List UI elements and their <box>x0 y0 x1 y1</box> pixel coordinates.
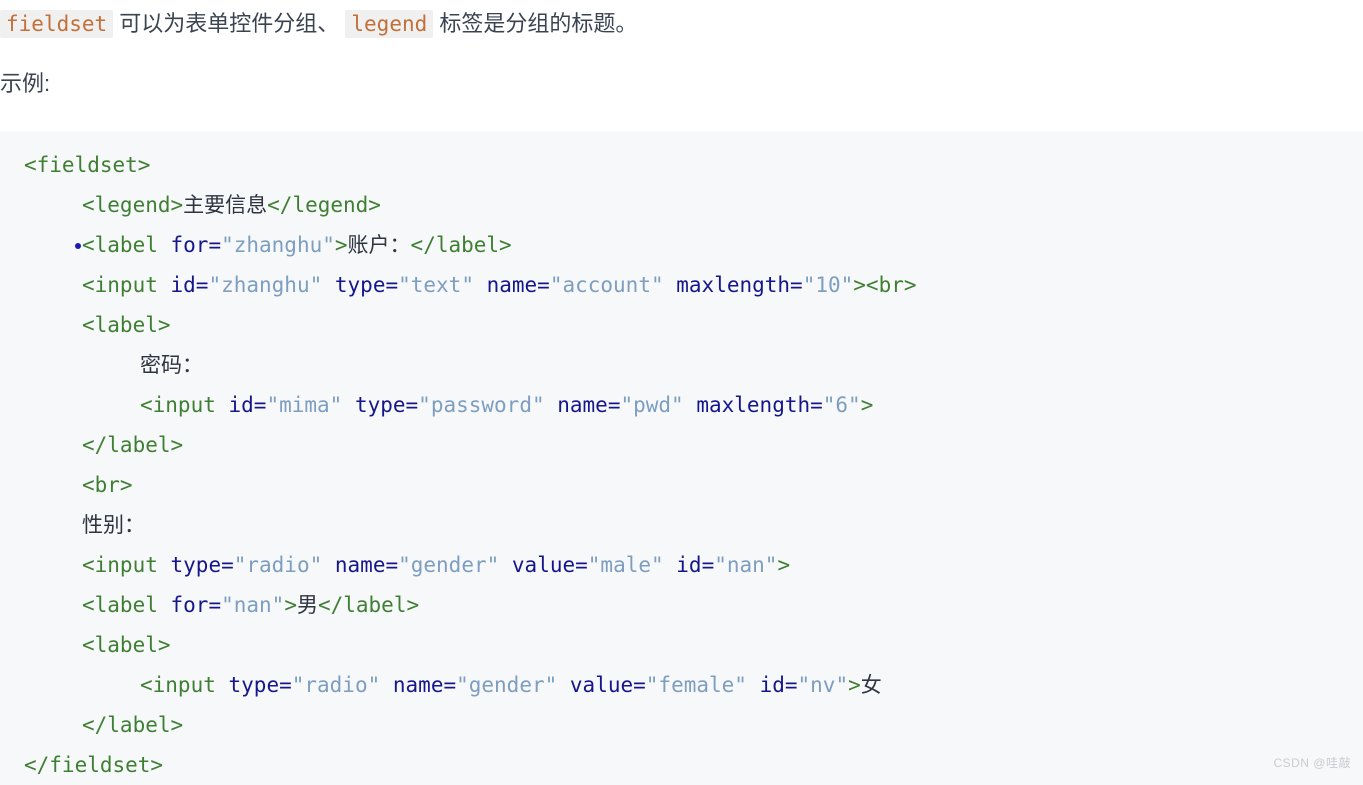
code-line: </label> <box>0 425 1363 465</box>
code-line: 密码： <box>0 345 1363 385</box>
code-token-attr: name= <box>544 393 621 417</box>
code-token-tag: > <box>848 673 861 697</box>
code-line: <label> <box>0 625 1363 665</box>
code-token-tag: <input <box>82 553 171 577</box>
code-token-attr: name= <box>380 673 457 697</box>
code-token-val: "male" <box>587 553 664 577</box>
code-token-tag: > <box>284 593 297 617</box>
code-line: </label> <box>0 705 1363 745</box>
code-token-attr: type= <box>342 393 419 417</box>
code-token-text: 男 <box>296 593 318 617</box>
code-token-attr: id= <box>170 273 209 297</box>
code-token-tag: <label> <box>82 633 171 657</box>
text-caret-icon <box>75 243 81 249</box>
code-token-val: "radio" <box>291 673 381 697</box>
code-token-text: 主要信息 <box>183 193 268 217</box>
code-token-attr: id= <box>746 673 798 697</box>
code-token-attr: type= <box>228 673 292 697</box>
code-token-val: "nan" <box>221 593 285 617</box>
code-token-tag: <label <box>82 593 171 617</box>
code-line: <fieldset> <box>0 145 1363 185</box>
code-token-tag: > <box>334 233 348 257</box>
code-token-val: "gender" <box>456 673 558 697</box>
code-token-val: "mima" <box>266 393 343 417</box>
code-token-tag: <fieldset> <box>24 153 151 177</box>
code-token-tag: </label> <box>410 233 512 257</box>
code-token-attr: type= <box>170 553 234 577</box>
code-token-tag: ><br> <box>853 273 917 297</box>
code-token-attr: value= <box>557 673 646 697</box>
code-token-tag: <input <box>82 273 171 297</box>
code-line: <label for="nan">男</label> <box>0 585 1363 625</box>
code-token-attr: id= <box>228 393 267 417</box>
code-token-tag: <label> <box>82 313 171 337</box>
code-token-tag: <input <box>140 673 229 697</box>
intro-prose: fieldset 可以为表单控件分组、 legend 标签是分组的标题。 示例: <box>0 0 1363 104</box>
code-line: <label> <box>0 305 1363 345</box>
code-token-val: "zhanghu" <box>208 273 323 297</box>
code-token-tag: <legend> <box>82 193 184 217</box>
code-token-tag: > <box>860 393 874 417</box>
code-token-val: "6" <box>822 393 861 417</box>
code-token-attr: for= <box>170 233 222 257</box>
code-line: <input type="radio" name="gender" value=… <box>0 545 1363 585</box>
example-label: 示例: <box>0 71 51 96</box>
code-token-val: "pwd" <box>620 393 684 417</box>
code-token-attr: type= <box>322 273 399 297</box>
code-line: <input id="zhanghu" type="text" name="ac… <box>0 265 1363 305</box>
code-token-attr: value= <box>499 553 588 577</box>
watermark: CSDN @哇敲 <box>1273 756 1351 770</box>
code-line: <br> <box>0 465 1363 505</box>
code-token-tag: </label> <box>82 433 184 457</box>
code-token-attr: name= <box>473 273 550 297</box>
inline-code-legend: legend <box>345 10 434 38</box>
code-line: <input id="mima" type="password" name="p… <box>0 385 1363 425</box>
code-token-val: "password" <box>418 393 545 417</box>
code-token-text: 账户： <box>347 233 411 257</box>
code-token-text: 密码： <box>140 353 203 377</box>
code-token-attr: maxlength= <box>683 393 823 417</box>
code-token-text: 女 <box>860 673 882 697</box>
code-token-tag: <input <box>140 393 229 417</box>
code-token-val: "10" <box>802 273 854 297</box>
code-token-val: "gender" <box>398 553 500 577</box>
code-token-val: "account" <box>549 273 664 297</box>
code-token-attr: for= <box>170 593 222 617</box>
code-token-tag: <br> <box>82 473 133 497</box>
code-token-tag: <label <box>82 233 171 257</box>
code-token-val: "text" <box>398 273 474 297</box>
code-token-val: "female" <box>645 673 747 697</box>
code-token-val: "zhanghu" <box>221 233 335 257</box>
code-token-text: 性别： <box>82 513 145 537</box>
code-line: </fieldset> <box>0 745 1363 785</box>
intro-text-part-1: 可以为表单控件分组、 <box>113 11 346 36</box>
intro-sentence: fieldset 可以为表单控件分组、 legend 标签是分组的标题。 <box>0 0 1363 44</box>
code-token-attr: id= <box>663 553 715 577</box>
code-token-tag: > <box>777 553 791 577</box>
code-token-tag: </label> <box>317 593 420 617</box>
code-token-val: "nv" <box>797 673 849 697</box>
code-line: <label for="zhanghu">账户：</label> <box>0 225 1363 265</box>
code-token-tag: </legend> <box>267 193 381 217</box>
inline-code-fieldset: fieldset <box>0 10 114 38</box>
code-token-attr: maxlength= <box>663 273 803 297</box>
code-line: <input type="radio" name="gender" value=… <box>0 665 1363 705</box>
code-token-tag: </fieldset> <box>24 753 164 777</box>
code-token-attr: name= <box>322 553 399 577</box>
code-line: 性别： <box>0 505 1363 545</box>
code-line: <legend>主要信息</legend> <box>0 185 1363 225</box>
code-token-val: "radio" <box>233 553 323 577</box>
intro-text-part-2: 标签是分组的标题。 <box>433 11 638 36</box>
code-token-tag: </label> <box>82 713 184 737</box>
code-token-val: "nan" <box>714 553 778 577</box>
code-block[interactable]: <fieldset> <legend>主要信息</legend> <label fo… <box>0 131 1363 785</box>
